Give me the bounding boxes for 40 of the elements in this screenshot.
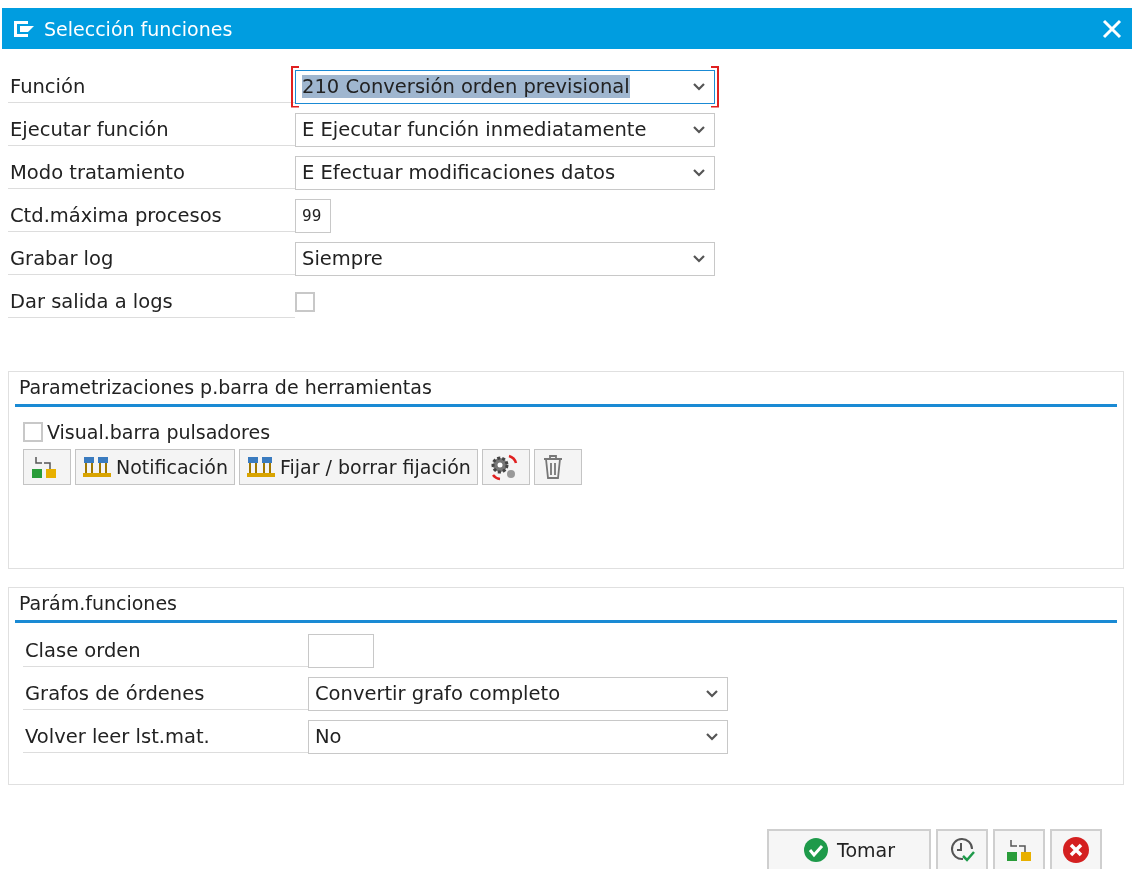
dialog-icon — [12, 18, 36, 39]
field-label: Ctd.máxima procesos — [8, 199, 295, 232]
flowchart-icon — [1005, 837, 1033, 863]
cancel-button[interactable] — [1050, 829, 1102, 869]
chevron-icon — [692, 81, 706, 92]
check-icon — [803, 837, 829, 863]
settings-button[interactable] — [481, 449, 530, 485]
bar-chart-icon — [246, 455, 276, 479]
field-label: Dar salida a logs — [8, 285, 295, 318]
dropdown-field[interactable]: Siempre — [295, 241, 715, 276]
dropdown-field[interactable]: No — [308, 719, 728, 754]
checkbox-label: Visual.barra pulsadores — [47, 421, 271, 443]
input-field[interactable]: 99 — [295, 198, 331, 233]
chevron-icon — [692, 253, 706, 264]
toolbar-button[interactable]: Notificación — [75, 449, 235, 485]
schedule-button[interactable] — [936, 829, 988, 869]
chevron-icon — [705, 731, 719, 742]
chevron-icon — [692, 167, 706, 178]
flowchart-button[interactable] — [23, 449, 71, 485]
input-field[interactable] — [308, 633, 374, 668]
checkbox[interactable] — [295, 291, 315, 312]
chevron-icon — [705, 688, 719, 699]
checkbox[interactable] — [23, 422, 43, 442]
field-label: Clase orden — [23, 634, 308, 667]
section-title: Parametrizaciones p.barra de herramientas — [15, 372, 1117, 407]
dropdown-field[interactable]: E Efectuar modificaciones datos — [295, 155, 715, 190]
chevron-icon — [692, 124, 706, 135]
close-icon[interactable] — [1102, 18, 1122, 39]
cancel-icon — [1062, 836, 1090, 864]
clock-check-icon — [948, 836, 976, 864]
window-title: Selección funciones — [44, 17, 234, 40]
flowchart-button[interactable] — [993, 829, 1045, 869]
bar-chart-icon — [82, 455, 112, 479]
dropdown-field[interactable]: E Ejecutar función inmediatamente — [295, 112, 715, 147]
delete-button[interactable] — [533, 449, 582, 485]
confirm-button[interactable]: Tomar — [767, 829, 931, 869]
section-title: Parám.funciones — [15, 588, 1117, 623]
flowchart-icon — [30, 454, 58, 480]
toolbar-button[interactable]: Fijar / borrar fijación — [239, 449, 478, 485]
dropdown-field[interactable]: Convertir grafo completo — [308, 676, 728, 711]
